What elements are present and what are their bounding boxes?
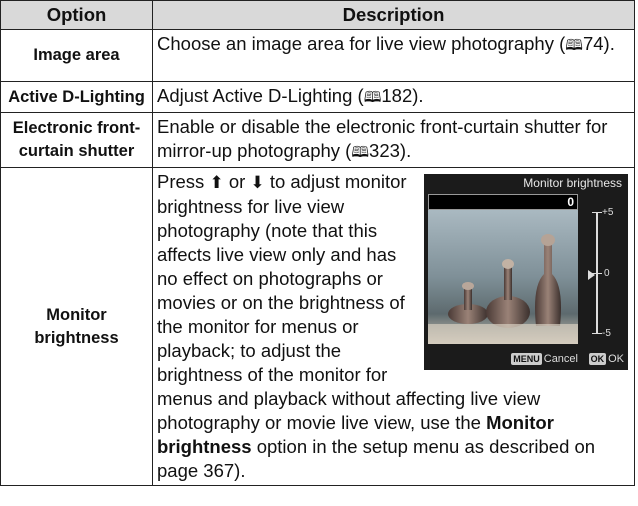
scale-tick — [592, 333, 602, 334]
description-active-d-lighting: Adjust Active D-Lighting (🕮182). — [152, 81, 635, 113]
option-active-d-lighting: Active D-Lighting — [0, 81, 153, 113]
page-ref: 74 — [582, 33, 604, 54]
ok-key-icon: OK — [588, 353, 607, 366]
multi-selector-up-icon: ⬆︎ — [209, 173, 224, 192]
book-icon: 🕮 — [351, 144, 370, 161]
screen-title: Monitor brightness — [523, 176, 622, 190]
screen-footer: MENU Cancel OK OK — [424, 348, 628, 370]
description-electronic-front-curtain-shutter: Enable or disable the electronic front-c… — [152, 112, 635, 168]
table-header-row: Option Description — [0, 0, 635, 30]
table-row: Electronic front-curtain shutter Enable … — [0, 112, 635, 168]
description-monitor-brightness: Monitor brightness 0 +5 0 -5 MENU Cancel … — [152, 167, 635, 486]
multi-selector-down-icon: ⬇︎ — [250, 173, 265, 192]
header-description: Description — [152, 0, 635, 30]
menu-key-icon: MENU — [511, 353, 542, 366]
book-icon: 🕮 — [363, 89, 382, 106]
table-row: Monitor brightness Monitor brightness 0 … — [0, 167, 635, 486]
page-ref: 323 — [369, 140, 400, 161]
description-image-area: Choose an image area for live view photo… — [152, 29, 635, 82]
table-row: Image area Choose an image area for live… — [0, 29, 635, 82]
description-text: Choose an image area for live view photo… — [157, 33, 554, 54]
scale-label-top: +5 — [602, 207, 614, 218]
brightness-value: 0 — [567, 195, 574, 209]
header-option: Option — [0, 0, 153, 30]
option-electronic-front-curtain-shutter: Electronic front-curtain shutter — [0, 112, 153, 168]
option-monitor-brightness: Monitor brightness — [0, 167, 153, 486]
text-pre: Press — [157, 171, 205, 192]
scale-label-mid: 0 — [604, 268, 610, 279]
live-view-photo — [428, 194, 578, 344]
brightness-marker-icon — [588, 270, 595, 280]
bottles-illustration — [428, 194, 578, 344]
brightness-value-bar — [428, 194, 578, 210]
text-or: or — [228, 171, 246, 192]
cancel-label: Cancel — [543, 353, 578, 365]
option-image-area: Image area — [0, 29, 153, 82]
description-text: Adjust Active D-Lighting — [157, 85, 353, 106]
book-icon: 🕮 — [565, 37, 583, 54]
monitor-brightness-screen: Monitor brightness 0 +5 0 -5 MENU Cancel … — [424, 174, 628, 370]
scale-tick — [592, 212, 602, 213]
ok-hint: OK OK — [588, 348, 624, 370]
cancel-hint: MENU Cancel — [511, 348, 578, 370]
options-table: Option Description Image area Choose an … — [0, 0, 635, 486]
table-row: Active D-Lighting Adjust Active D-Lighti… — [0, 81, 635, 113]
ok-label: OK — [608, 353, 624, 365]
scale-label-bottom: -5 — [602, 328, 611, 339]
page-ref: 182 — [381, 85, 413, 106]
